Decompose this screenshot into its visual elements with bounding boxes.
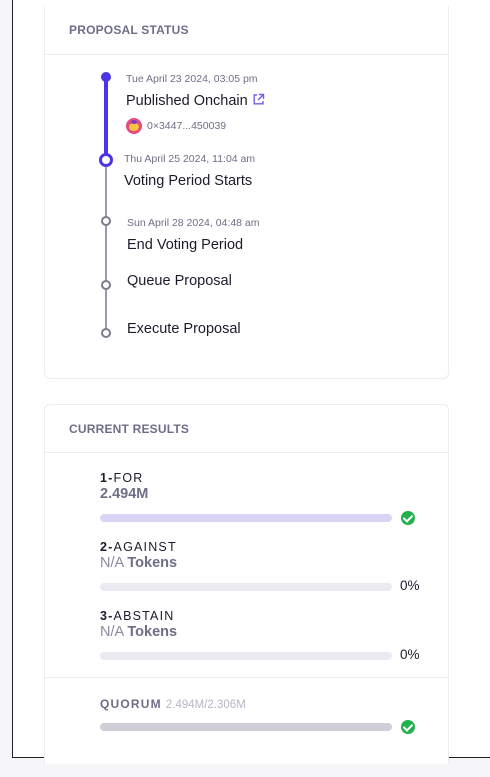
option-label: AGAINST (113, 540, 177, 554)
event-title: Published Onchain (126, 93, 248, 109)
current-results-card: CURRENT RESULTS 1-FOR 2.494M 2-AGAINST N… (44, 404, 449, 764)
timeline-pending-line (105, 166, 107, 334)
option-name: 2-AGAINST (100, 540, 430, 554)
option-label: FOR (113, 471, 144, 485)
result-option-against: 2-AGAINST N/A Tokens (100, 540, 430, 571)
option-percent: 0% (400, 647, 420, 662)
event-title: Queue Proposal (127, 273, 232, 289)
timeline-progress-line (104, 76, 108, 160)
page-frame: PROPOSAL STATUS Tue April 23 2024, 03:05… (12, 0, 490, 764)
timeline-dot-pending (101, 328, 111, 338)
timeline-dot-completed (101, 72, 111, 82)
proposer-address[interactable]: 0×3447...450039 (126, 118, 226, 134)
option-unit: Tokens (127, 624, 178, 640)
event-title: Voting Period Starts (124, 173, 253, 189)
option-value: 2.494M (100, 486, 149, 502)
option-progress-bar (100, 583, 392, 591)
quorum-check-icon (401, 720, 415, 734)
option-value: N/A Tokens (100, 624, 430, 640)
option-index: 1 (100, 471, 109, 485)
timeline-dot-pending (101, 216, 111, 226)
timeline-dot-pending (101, 280, 111, 290)
quorum-value: 2.494M/2.306M (165, 699, 246, 711)
quorum-progress-fill (100, 723, 392, 731)
option-percent: 0% (400, 578, 420, 593)
option-index: 2 (100, 540, 109, 554)
divider (45, 677, 448, 678)
event-date: Tue April 23 2024, 03:05 pm (126, 73, 258, 85)
avatar (126, 118, 142, 134)
option-progress-bar (100, 652, 392, 660)
quorum-title: QUORUM (100, 697, 162, 711)
current-results-heading: CURRENT RESULTS (45, 405, 448, 453)
option-unit: Tokens (127, 555, 178, 571)
proposal-status-heading: PROPOSAL STATUS (45, 6, 448, 55)
option-value: N/A Tokens (100, 555, 430, 571)
option-progress-fill (100, 514, 392, 522)
passed-check-icon (401, 511, 415, 525)
event-title: End Voting Period (127, 237, 244, 253)
option-index: 3 (100, 609, 109, 623)
event-published-onchain-link[interactable]: Published Onchain (126, 93, 265, 109)
option-progress-bar (100, 514, 392, 522)
quorum-progress-bar (100, 723, 392, 731)
option-amount: N/A (100, 624, 124, 640)
timeline-dot-current (99, 153, 113, 167)
event-date: Thu April 25 2024, 11:04 am (124, 153, 256, 165)
proposal-status-card: PROPOSAL STATUS Tue April 23 2024, 03:05… (44, 6, 449, 379)
event-title: Execute Proposal (127, 321, 241, 337)
proposer-address-text: 0×3447...450039 (147, 120, 227, 132)
option-label: ABSTAIN (113, 609, 175, 623)
quorum-label: QUORUM 2.494M/2.306M (100, 697, 246, 711)
option-amount: N/A (100, 555, 124, 571)
result-option-abstain: 3-ABSTAIN N/A Tokens (100, 609, 430, 640)
result-option-for: 1-FOR 2.494M (100, 471, 430, 502)
event-date: Sun April 28 2024, 04:48 am (127, 217, 260, 229)
external-link-icon[interactable] (252, 93, 265, 106)
option-name: 3-ABSTAIN (100, 609, 430, 623)
option-name: 1-FOR (100, 471, 430, 485)
